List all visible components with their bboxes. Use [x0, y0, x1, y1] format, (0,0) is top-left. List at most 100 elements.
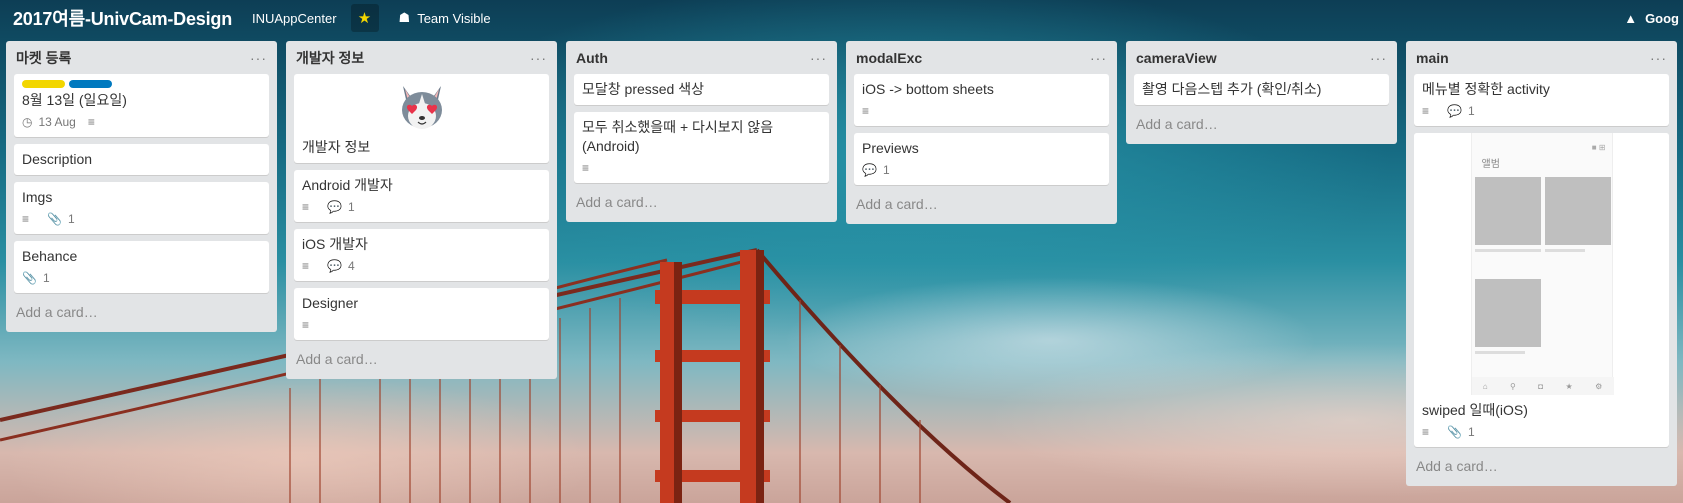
description-icon: ≡: [302, 259, 310, 273]
gear-icon: ⚙: [1595, 381, 1603, 391]
board-header: 2017여름-UnivCam-Design INUAppCenter ★ ☗ T…: [0, 0, 1683, 36]
mockup-caption: [1544, 249, 1585, 252]
card-date[interactable]: 8월 13일 (일요일) ◷ 13 Aug ≡: [14, 74, 269, 137]
comment-icon: 💬: [1447, 104, 1462, 118]
list-menu-icon[interactable]: ···: [1650, 50, 1667, 66]
list-modal-exc[interactable]: modalExc ··· iOS -> bottom sheets ≡ Prev…: [846, 41, 1117, 224]
visibility-button[interactable]: ☗ Team Visible: [393, 4, 497, 32]
card-title: 모두 취소했을때 + 다시보지 않음 (Android): [582, 119, 774, 154]
list-menu-icon[interactable]: ···: [810, 50, 827, 66]
card-description[interactable]: Description: [14, 144, 269, 175]
list-auth[interactable]: Auth ··· 모달창 pressed 색상 모두 취소했을때 + 다시보지 …: [566, 41, 837, 222]
attachment-icon: 📎: [47, 212, 62, 226]
star-board-button[interactable]: ★: [350, 4, 379, 32]
card-cover-image: ■ ⊞ 앨범 ⌂ ⚲ ◘ ★ ⚙: [1414, 133, 1669, 395]
card-title: Behance: [22, 248, 78, 264]
husky-heart-eyes-sticker-icon: [401, 86, 442, 129]
list-title[interactable]: cameraView: [1136, 50, 1217, 66]
card-developer-info[interactable]: 개발자 정보: [294, 74, 549, 163]
label-yellow: [22, 80, 65, 88]
list-title[interactable]: 개발자 정보: [296, 48, 364, 68]
card-title: Imgs: [22, 189, 53, 205]
star-icon: ★: [1565, 381, 1573, 391]
mockup-thumbnail: [1474, 279, 1541, 347]
list-menu-icon[interactable]: ···: [1370, 50, 1387, 66]
comment-count: 1: [347, 200, 355, 214]
label-blue: [69, 80, 112, 88]
card-swiped-ios[interactable]: ■ ⊞ 앨범 ⌂ ⚲ ◘ ★ ⚙ swiped 일때(iOS) ≡ 📎 1: [1414, 133, 1669, 447]
description-icon: ≡: [862, 104, 870, 118]
description-icon: ≡: [1422, 104, 1430, 118]
mockup-title: 앨범: [1481, 159, 1500, 170]
camera-icon: ◘: [1538, 381, 1544, 391]
card-modal-pressed-color[interactable]: 모달창 pressed 색상: [574, 74, 829, 105]
comment-count: 1: [1467, 104, 1475, 118]
list-camera-view[interactable]: cameraView ··· 촬영 다음스텝 추가 (확인/취소) Add a …: [1126, 41, 1397, 144]
card-title: Description: [22, 151, 93, 167]
card-title: 메뉴별 정확한 activity: [1422, 81, 1550, 97]
attachment-icon: 📎: [22, 271, 37, 285]
description-icon: ≡: [302, 318, 310, 332]
card-title: 촬영 다음스텝 추가 (확인/취소): [1142, 81, 1322, 97]
list-title[interactable]: 마켓 등록: [16, 48, 71, 68]
board-title[interactable]: 2017여름-UnivCam-Design: [13, 5, 232, 31]
card-menu-activity[interactable]: 메뉴별 정확한 activity ≡ 💬 1: [1414, 74, 1669, 126]
list-developer-info[interactable]: 개발자 정보 ··· 개발자 정보 Android 개발자 ≡ 💬 1 iOS …: [286, 41, 557, 379]
add-card-button[interactable]: Add a card…: [294, 347, 549, 371]
list-title[interactable]: main: [1416, 50, 1449, 66]
google-drive-button[interactable]: ▲ Goog: [1624, 4, 1683, 32]
card-title: 8월 13일 (일요일): [22, 92, 127, 108]
list-title[interactable]: Auth: [576, 50, 608, 66]
card-title: Android 개발자: [302, 177, 393, 193]
team-name-button[interactable]: INUAppCenter: [246, 4, 343, 32]
google-drive-label: Goog: [1645, 10, 1679, 26]
card-title: 모달창 pressed 색상: [582, 81, 704, 97]
description-icon: ≡: [302, 200, 310, 214]
star-icon: ★: [357, 10, 372, 27]
card-title: Previews: [862, 140, 919, 156]
mockup-bottom-nav: ⌂ ⚲ ◘ ★ ⚙: [1471, 377, 1614, 395]
card-imgs[interactable]: Imgs ≡ 📎 1: [14, 182, 269, 234]
description-icon: ≡: [1422, 425, 1430, 439]
mockup-thumbnail: [1474, 177, 1541, 245]
attachment-count: 1: [67, 212, 75, 226]
card-title: iOS -> bottom sheets: [862, 81, 994, 97]
comment-count: 4: [347, 259, 355, 273]
comment-icon: 💬: [327, 259, 342, 273]
list-menu-icon[interactable]: ···: [530, 50, 547, 66]
add-card-button[interactable]: Add a card…: [854, 192, 1109, 216]
list-main[interactable]: main ··· 메뉴별 정확한 activity ≡ 💬 1 ■ ⊞ 앨범 ⌂…: [1406, 41, 1677, 486]
due-date-badge: 13 Aug: [38, 115, 76, 129]
card-capture-next-step[interactable]: 촬영 다음스텝 추가 (확인/취소): [1134, 74, 1389, 105]
card-android-developer[interactable]: Android 개발자 ≡ 💬 1: [294, 170, 549, 222]
album-screen-mockup: ■ ⊞ 앨범 ⌂ ⚲ ◘ ★ ⚙: [1470, 133, 1614, 395]
list-menu-icon[interactable]: ···: [1090, 50, 1107, 66]
add-card-button[interactable]: Add a card…: [1134, 112, 1389, 136]
card-title: Designer: [302, 295, 359, 311]
list-menu-icon[interactable]: ···: [250, 50, 267, 66]
add-card-button[interactable]: Add a card…: [1414, 454, 1669, 478]
card-title: iOS 개발자: [302, 236, 368, 252]
card-ios-developer[interactable]: iOS 개발자 ≡ 💬 4: [294, 229, 549, 281]
mockup-caption: [1474, 351, 1525, 354]
list-market-registration[interactable]: 마켓 등록 ··· 8월 13일 (일요일) ◷ 13 Aug ≡ Descrip…: [6, 41, 277, 332]
card-behance[interactable]: Behance 📎 1: [14, 241, 269, 293]
description-icon: ≡: [22, 212, 30, 226]
attachment-count: 1: [42, 271, 50, 285]
card-title: swiped 일때(iOS): [1422, 402, 1528, 418]
card-designer[interactable]: Designer ≡: [294, 288, 549, 340]
comment-count: 1: [882, 163, 890, 177]
list-title[interactable]: modalExc: [856, 50, 922, 66]
card-cancel-all-android[interactable]: 모두 취소했을때 + 다시보지 않음 (Android) ≡: [574, 112, 829, 183]
comment-icon: 💬: [862, 163, 877, 177]
mockup-thumbnail: [1544, 177, 1611, 245]
add-card-button[interactable]: Add a card…: [574, 190, 829, 214]
card-title: 개발자 정보: [302, 139, 371, 155]
card-previews[interactable]: Previews 💬 1: [854, 133, 1109, 185]
search-icon: ⚲: [1509, 381, 1516, 391]
card-ios-bottom-sheets[interactable]: iOS -> bottom sheets ≡: [854, 74, 1109, 126]
add-card-button[interactable]: Add a card…: [14, 300, 269, 324]
description-icon: ≡: [582, 161, 590, 175]
description-icon: ≡: [87, 115, 95, 129]
team-visibility-icon: ☗: [398, 10, 411, 25]
